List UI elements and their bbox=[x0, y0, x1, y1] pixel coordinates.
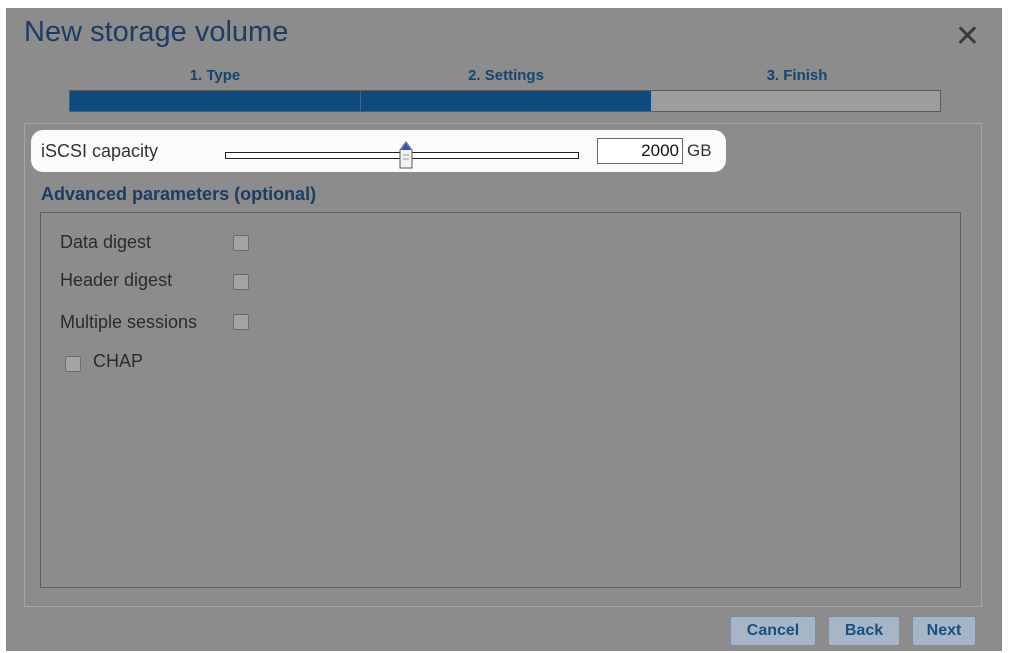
data-digest-label: Data digest bbox=[60, 232, 152, 252]
multiple-sessions-label: Multiple sessions bbox=[60, 312, 198, 332]
dialog-title: New storage volume bbox=[24, 16, 289, 48]
multiple-sessions-checkbox[interactable] bbox=[233, 314, 249, 330]
close-icon[interactable]: ✕ bbox=[955, 22, 980, 52]
wizard-progress-bar bbox=[69, 90, 941, 112]
new-storage-volume-dialog: New storage volume ✕ 1. Type 2. Settings… bbox=[6, 8, 1002, 651]
advanced-parameters-box bbox=[40, 212, 961, 588]
next-button[interactable]: Next bbox=[912, 616, 976, 646]
step-settings-label: 2. Settings bbox=[468, 67, 544, 84]
step-finish-label: 3. Finish bbox=[766, 67, 828, 84]
step-type-label: 1. Type bbox=[189, 67, 241, 84]
capacity-label: iSCSI capacity bbox=[41, 141, 159, 161]
capacity-unit: GB bbox=[687, 141, 712, 160]
wizard-steps: 1. Type 2. Settings 3. Finish bbox=[70, 67, 942, 87]
cancel-button[interactable]: Cancel bbox=[730, 616, 816, 646]
header-digest-label: Header digest bbox=[60, 270, 173, 290]
advanced-parameters-title: Advanced parameters (optional) bbox=[41, 184, 317, 204]
data-digest-checkbox[interactable] bbox=[233, 235, 249, 251]
progress-segment-type bbox=[70, 91, 361, 111]
capacity-row: iSCSI capacity GB bbox=[31, 130, 726, 172]
progress-segment-settings bbox=[361, 91, 651, 111]
chap-checkbox[interactable] bbox=[65, 356, 81, 372]
chap-label: CHAP bbox=[93, 351, 144, 371]
back-button[interactable]: Back bbox=[828, 616, 900, 646]
capacity-slider-thumb[interactable] bbox=[399, 141, 413, 169]
capacity-input[interactable] bbox=[597, 138, 683, 164]
capacity-slider-track[interactable] bbox=[225, 141, 579, 169]
header-digest-checkbox[interactable] bbox=[233, 274, 249, 290]
